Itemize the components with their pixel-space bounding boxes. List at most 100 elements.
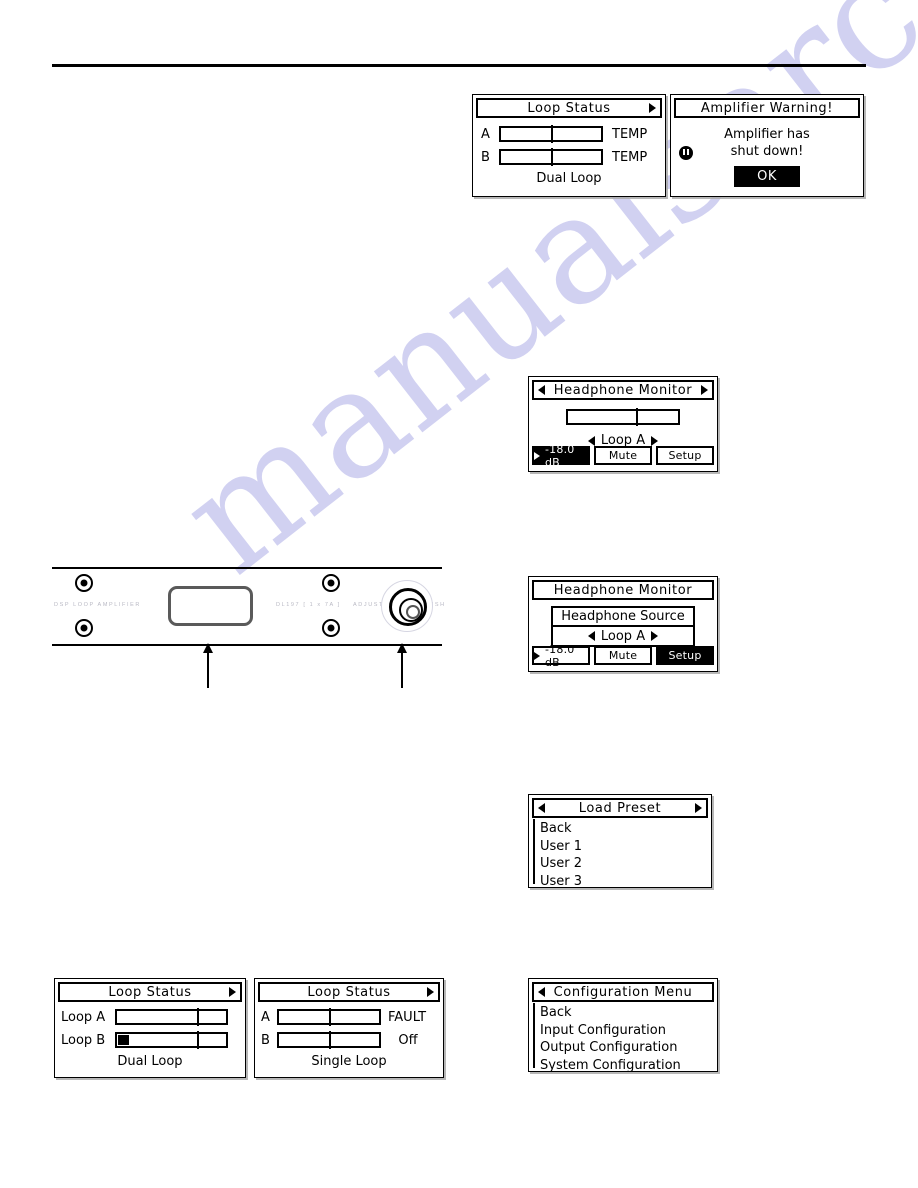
loop-meter (277, 1031, 381, 1049)
loop-meter (115, 1008, 228, 1026)
chevron-right-icon[interactable] (649, 103, 656, 113)
volume-button[interactable]: -18.0 dB (532, 643, 590, 669)
manual-page: manualsarchive.com Loop Status A TEMP B … (0, 0, 918, 1188)
menu-item-user-1[interactable]: User 1 (531, 838, 711, 856)
adjust-knob[interactable] (381, 580, 433, 632)
menu-list: Back Input Configuration Output Configur… (529, 1002, 717, 1074)
dialog-message-line2: shut down! (730, 144, 804, 159)
panel-title-bar: Loop Status (58, 982, 242, 1002)
knob-center (406, 605, 420, 619)
next-source-icon[interactable] (651, 631, 659, 641)
meter-label: B (261, 1032, 270, 1048)
loop-status-temp-panel: Loop Status A TEMP B TEMP Dual Loop (472, 94, 666, 197)
menu-item-input-configuration[interactable]: Input Configuration (531, 1022, 717, 1040)
meter-fill (118, 1035, 129, 1045)
load-preset-panel: Load Preset Back User 1 User 2 User 3 (528, 794, 712, 890)
headphone-monitor-panel-1: Headphone Monitor Loop A -18.0 dB Mute S… (528, 376, 718, 472)
configuration-menu-panel: Configuration Menu Back Input Configurat… (528, 978, 718, 1074)
chevron-left-icon[interactable] (538, 987, 545, 997)
chevron-right-icon[interactable] (701, 385, 708, 395)
volume-button[interactable]: -18.0 dB (532, 443, 590, 469)
meter-label: Loop B (61, 1032, 106, 1048)
callout-arrow-display (203, 643, 213, 688)
chevron-right-icon[interactable] (695, 803, 702, 813)
chevron-left-icon[interactable] (538, 385, 545, 395)
prev-source-icon[interactable] (587, 435, 595, 446)
dialog-body: Amplifier has shut down! OK (671, 118, 863, 187)
loop-status-dual-panel: Loop Status Loop A Loop B Dual Loop (54, 978, 246, 1078)
menu-item-output-configuration[interactable]: Output Configuration (531, 1039, 717, 1057)
meter-row: Loop B (61, 1031, 239, 1049)
menu-item-user-3[interactable]: User 3 (531, 873, 711, 891)
dialog-title-bar: Amplifier Warning! (674, 98, 860, 118)
panel-body: Loop A (529, 400, 717, 448)
menu-item-back[interactable]: Back (531, 1004, 717, 1022)
panel-title-bar: Headphone Monitor (532, 380, 714, 400)
menu-item-back[interactable]: Back (531, 820, 711, 838)
adjust-label: ADJUST (353, 602, 384, 608)
prev-source-icon[interactable] (587, 631, 595, 641)
brand-label: DSP LOOP AMPLIFIER (54, 602, 141, 608)
loop-meter (277, 1008, 381, 1026)
mute-button[interactable]: Mute (594, 646, 652, 665)
lcd-display-window[interactable] (168, 586, 253, 626)
ok-button[interactable]: OK (734, 166, 800, 187)
panel-button-row: -18.0 dB Mute Setup (529, 443, 717, 469)
chevron-left-icon[interactable] (538, 803, 545, 813)
panel-title-bar: Loop Status (476, 98, 662, 118)
meter-center-tick (196, 1008, 199, 1026)
panel-footer: Single Loop (311, 1054, 387, 1069)
meter-center-tick (329, 1008, 331, 1026)
meter-status: TEMP (612, 126, 648, 142)
meter-label: A (481, 126, 490, 142)
volume-button-label: -18.0 dB (545, 442, 575, 469)
loop-meter (115, 1031, 228, 1049)
screw-bottom-left (75, 619, 93, 637)
mute-button[interactable]: Mute (594, 446, 652, 465)
menu-item-user-2[interactable]: User 2 (531, 855, 711, 873)
meter-row: B TEMP (481, 148, 657, 166)
menu-scrollbar[interactable] (533, 1003, 535, 1068)
speaker-icon (534, 451, 540, 460)
next-source-icon[interactable] (651, 435, 659, 446)
panel-footer: Dual Loop (117, 1054, 183, 1069)
knob-ring-outer (389, 588, 427, 626)
callout-arrow-knob (397, 643, 407, 688)
headphone-monitor-panel-2: Headphone Monitor Headphone Source Loop … (528, 576, 718, 672)
chevron-right-icon[interactable] (427, 987, 434, 997)
meter-status: FAULT (388, 1009, 427, 1025)
panel-body: A TEMP B TEMP Dual Loop (473, 118, 665, 186)
screw-top-left (75, 574, 93, 592)
panel-title-bar: Loop Status (258, 982, 440, 1002)
setup-button[interactable]: Setup (656, 646, 714, 665)
menu-item-system-configuration[interactable]: System Configuration (531, 1057, 717, 1075)
panel-body: A FAULT B Off Single Loop (255, 1002, 443, 1069)
front-panel-diagram: DSP LOOP AMPLIFIER DL197 [ 1 x 7A ] ADJU… (52, 562, 444, 688)
meter-label: B (481, 149, 490, 165)
meter-status: Off (398, 1032, 418, 1048)
speaker-icon (534, 651, 540, 660)
meter-center-tick (551, 148, 553, 166)
panel-title-bar: Headphone Monitor (532, 580, 714, 600)
meter-center-tick (551, 125, 553, 143)
setup-button[interactable]: Setup (656, 446, 714, 465)
loop-meter (499, 148, 603, 166)
meter-row: A FAULT (261, 1008, 437, 1026)
amplifier-warning-dialog: Amplifier Warning! Amplifier has shut do… (670, 94, 864, 197)
panel-title-text: Loop Status (108, 984, 192, 1000)
panel-title-text: Loop Status (527, 100, 611, 116)
screw-bottom-right (322, 619, 340, 637)
headphone-source-header: Headphone Source (551, 606, 695, 626)
menu-list: Back User 1 User 2 User 3 (529, 818, 711, 890)
menu-scrollbar[interactable] (533, 819, 535, 884)
volume-button-label: -18.0 dB (545, 642, 575, 669)
panel-title-bar: Load Preset (532, 798, 708, 818)
panel-title-text: Loop Status (307, 984, 391, 1000)
headphone-volume-slider[interactable] (566, 408, 680, 426)
chevron-right-icon[interactable] (229, 987, 236, 997)
meter-center-tick (329, 1031, 331, 1049)
watermark-text: manualsarchive.com (150, 0, 918, 608)
meter-label: A (261, 1009, 270, 1025)
loop-status-single-panel: Loop Status A FAULT B Off Single Loop (254, 978, 444, 1078)
warning-exclamation-icon (679, 146, 693, 160)
